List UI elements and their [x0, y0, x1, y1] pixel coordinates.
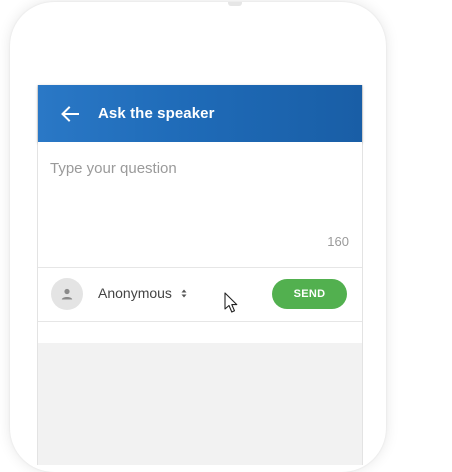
avatar	[51, 278, 83, 310]
identity-select[interactable]: Anonymous	[98, 285, 187, 301]
app-screen: Ask the speaker 160 Anonymous SEND	[37, 85, 363, 465]
mouse-pointer-icon	[224, 292, 238, 313]
back-button[interactable]	[50, 94, 90, 134]
identity-select-value: Anonymous	[98, 285, 172, 301]
user-avatar-icon	[61, 288, 73, 300]
question-actions-bar: Anonymous SEND	[38, 268, 362, 322]
arrow-left-icon	[61, 105, 79, 122]
send-button[interactable]: SEND	[272, 279, 347, 309]
question-compose-area: 160	[38, 142, 362, 268]
phone-notch	[228, 2, 242, 6]
spacer-row	[38, 322, 362, 343]
sort-arrows-icon	[181, 289, 187, 298]
app-header: Ask the speaker	[38, 85, 362, 142]
question-input[interactable]	[50, 160, 350, 220]
character-counter: 160	[327, 234, 349, 249]
page-title: Ask the speaker	[98, 105, 215, 122]
